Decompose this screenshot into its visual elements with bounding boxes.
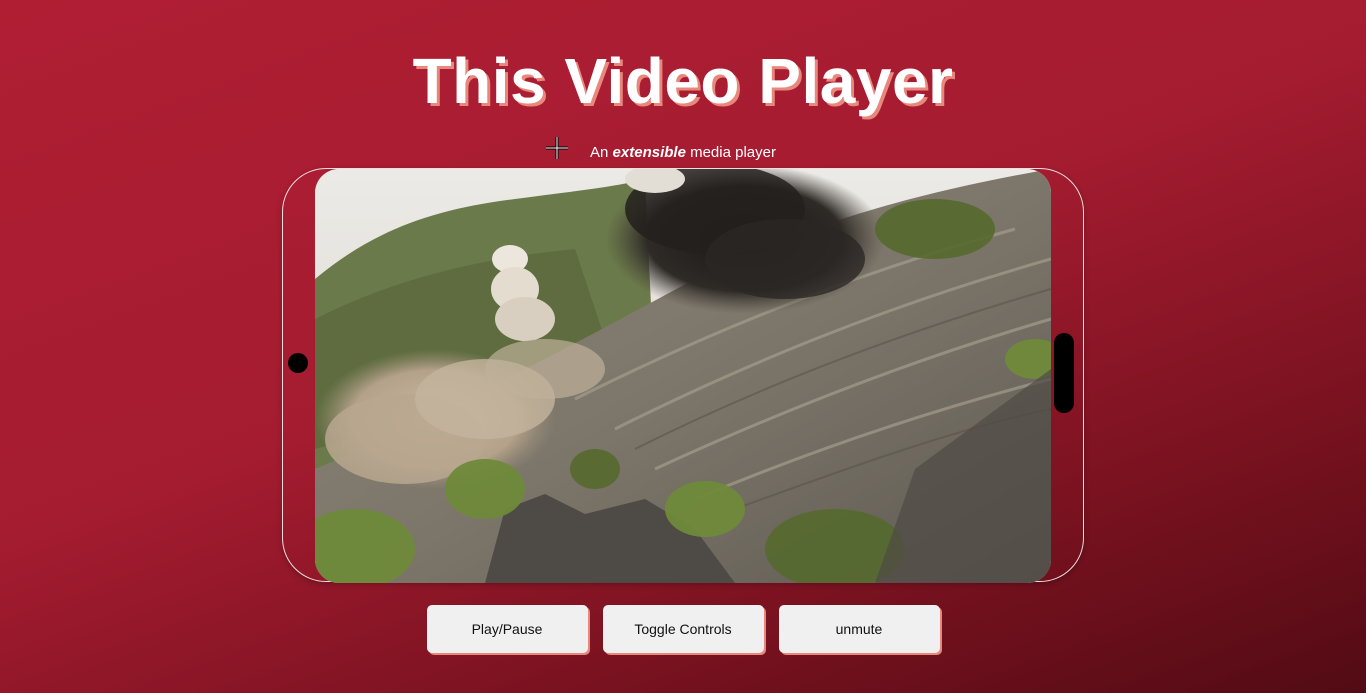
page-subtitle: An extensible media player — [0, 144, 1366, 161]
unmute-button[interactable]: unmute — [778, 605, 940, 653]
crosshair-cursor-icon — [546, 137, 568, 159]
video-player[interactable] — [315, 169, 1051, 583]
play-pause-button[interactable]: Play/Pause — [426, 605, 588, 653]
video-frame — [315, 169, 1051, 583]
subtitle-emphasis: extensible — [612, 144, 686, 161]
page-title: This Video Player — [412, 45, 954, 117]
speaker-bar — [1054, 333, 1074, 413]
toggle-controls-button[interactable]: Toggle Controls — [602, 605, 764, 653]
player-controls: Play/Pause Toggle Controls unmute — [0, 605, 1366, 653]
subtitle-trail: media player — [685, 144, 776, 161]
subtitle-lead: An — [590, 144, 613, 161]
camera-dot — [288, 353, 308, 373]
